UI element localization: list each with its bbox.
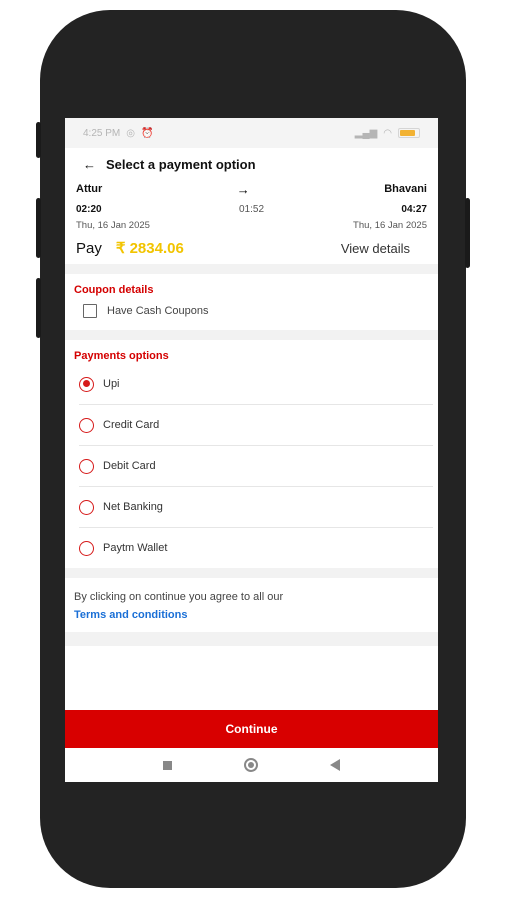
cash-coupon-label: Have Cash Coupons <box>107 305 209 317</box>
side-button <box>36 278 41 338</box>
option-label: Net Banking <box>103 501 163 513</box>
page-title: Select a payment option <box>106 156 256 172</box>
system-nav-bar <box>65 748 438 782</box>
alarm-icon: ⏰ <box>140 127 154 139</box>
pay-amount: ₹ 2834.06 <box>115 240 184 257</box>
section-divider <box>65 632 438 646</box>
radio-button[interactable] <box>79 499 94 515</box>
radio-button-selected[interactable] <box>79 376 94 392</box>
pay-summary: Pay ₹ 2834.06 View details <box>65 232 438 264</box>
recent-apps-icon[interactable] <box>163 760 172 770</box>
wifi-icon: ◠ <box>383 127 392 139</box>
status-bar: 4:25 PM ◎ ⏰ ▂▄▆ ◠ <box>65 118 438 148</box>
departure-date: Thu, 16 Jan 2025 <box>76 219 150 231</box>
battery-icon <box>398 128 420 138</box>
cash-coupon-checkbox-row[interactable]: Have Cash Coupons <box>65 302 438 330</box>
option-label: Upi <box>103 378 120 390</box>
terms-section: By clicking on continue you agree to all… <box>65 578 438 632</box>
app-bar: ← Select a payment option <box>65 148 438 180</box>
departure-time: 02:20 <box>76 203 102 215</box>
section-divider <box>65 330 438 340</box>
app-screen: 4:25 PM ◎ ⏰ ▂▄▆ ◠ ← Select a payment opt… <box>65 118 438 782</box>
radio-button[interactable] <box>79 417 94 433</box>
arrival-date: Thu, 16 Jan 2025 <box>353 219 427 231</box>
radio-button[interactable] <box>79 540 94 556</box>
option-label: Debit Card <box>103 460 156 472</box>
payment-option-upi[interactable]: Upi <box>79 364 433 405</box>
side-button <box>36 198 41 258</box>
terms-text: By clicking on continue you agree to all… <box>74 591 284 603</box>
payment-options-list: Upi Credit Card Debit Card Net Banking P… <box>65 364 438 568</box>
payment-option-credit-card[interactable]: Credit Card <box>79 405 433 446</box>
origin-city: Attur <box>76 183 103 195</box>
arrival-time: 04:27 <box>401 203 427 215</box>
destination-city: Bhavani <box>384 183 427 195</box>
payment-option-paytm-wallet[interactable]: Paytm Wallet <box>79 528 433 568</box>
status-time: 4:25 PM <box>83 127 121 139</box>
option-label: Credit Card <box>103 419 160 431</box>
payment-options-section: Payments options Upi Credit Card Debit C… <box>65 340 438 568</box>
payment-option-debit-card[interactable]: Debit Card <box>79 446 433 487</box>
trip-duration: 01:52 <box>238 203 265 215</box>
home-icon[interactable] <box>244 758 258 772</box>
arrow-right-icon: → <box>236 181 250 197</box>
radio-button[interactable] <box>79 458 94 474</box>
back-icon[interactable] <box>330 759 340 771</box>
option-label: Paytm Wallet <box>103 542 168 554</box>
coupon-section: Coupon details Have Cash Coupons <box>65 274 438 330</box>
section-divider <box>65 568 438 578</box>
notification-icon: ◎ <box>126 127 135 139</box>
signal-icon: ▂▄▆ <box>354 127 378 139</box>
payment-options-title: Payments options <box>74 350 169 362</box>
view-details-link[interactable]: View details <box>341 241 410 256</box>
coupon-title: Coupon details <box>74 284 154 296</box>
payment-option-net-banking[interactable]: Net Banking <box>79 487 433 528</box>
side-button <box>465 198 470 268</box>
back-arrow-icon[interactable]: ← <box>83 157 96 172</box>
pay-label: Pay <box>76 239 102 257</box>
section-divider <box>65 264 438 274</box>
side-button <box>36 122 41 158</box>
cash-coupon-checkbox[interactable] <box>83 304 97 318</box>
continue-button[interactable]: Continue <box>65 710 438 748</box>
terms-link[interactable]: Terms and conditions <box>74 606 429 624</box>
journey-summary: Attur → Bhavani 02:20 01:52 04:27 Thu, 1… <box>65 180 438 232</box>
